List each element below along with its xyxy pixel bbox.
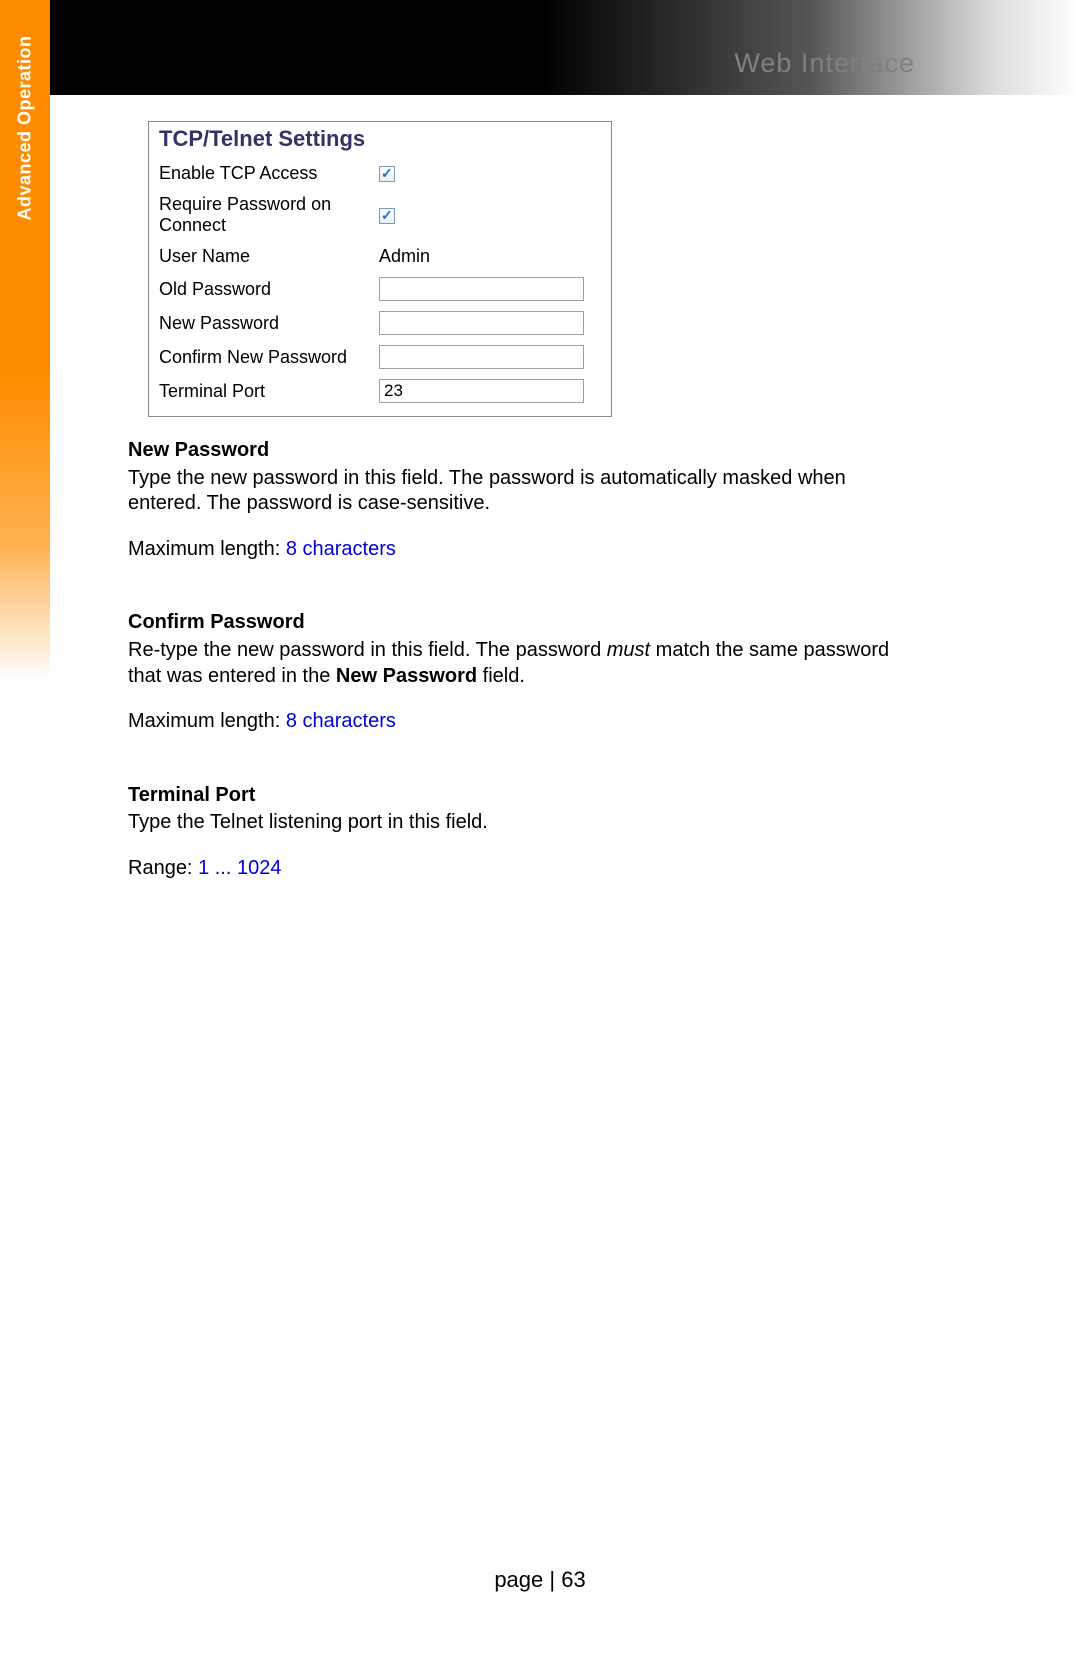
documentation-body: New Password Type the new password in th… [128,438,898,882]
user-name-label: User Name [159,241,379,272]
confirm-password-heading: Confirm Password [128,610,898,636]
page-number: 63 [561,1567,585,1592]
header-bar: Web Interface [0,0,1080,95]
tcp-telnet-settings-panel: TCP/Telnet Settings Enable TCP Access ✓ … [148,121,612,417]
enable-tcp-label: Enable TCP Access [159,158,379,189]
terminal-port-input[interactable] [379,379,584,403]
max-length-value: 8 characters [286,538,396,560]
header-title: Web Interface [734,48,915,79]
page-footer: page | 63 [0,1567,1080,1593]
settings-panel-title: TCP/Telnet Settings [159,126,601,152]
sidebar-label: Advanced Operation [15,35,36,220]
new-password-input[interactable] [379,311,584,335]
enable-tcp-checkbox[interactable]: ✓ [379,166,395,182]
user-name-value: Admin [379,241,601,272]
terminal-port-heading: Terminal Port [128,783,898,809]
range-label: Range: [128,857,198,879]
confirm-password-label: Confirm New Password [159,340,379,374]
require-password-label: Require Password on Connect [159,189,379,241]
range-value: 1 ... 1024 [198,857,281,879]
confirm-password-body: Re-type the new password in this field. … [128,638,898,689]
confirm-password-input[interactable] [379,345,584,369]
old-password-input[interactable] [379,277,584,301]
new-password-heading: New Password [128,438,898,464]
terminal-port-label: Terminal Port [159,374,379,408]
sidebar-bar: Advanced Operation [0,0,50,680]
confirm-password-max-line: Maximum length: 8 characters [128,709,898,735]
require-password-checkbox[interactable]: ✓ [379,208,395,224]
max-length-label: Maximum length: [128,538,286,560]
checkmark-icon: ✓ [381,165,393,182]
checkmark-icon: ✓ [381,207,393,224]
max-length-value: 8 characters [286,710,396,732]
page-label: page | [494,1567,561,1592]
terminal-port-range-line: Range: 1 ... 1024 [128,856,898,882]
max-length-label: Maximum length: [128,710,286,732]
new-password-label: New Password [159,306,379,340]
old-password-label: Old Password [159,272,379,306]
new-password-body: Type the new password in this field. The… [128,466,898,517]
settings-table: Enable TCP Access ✓ Require Password on … [159,158,601,408]
new-password-max-line: Maximum length: 8 characters [128,537,898,563]
terminal-port-body: Type the Telnet listening port in this f… [128,810,898,836]
